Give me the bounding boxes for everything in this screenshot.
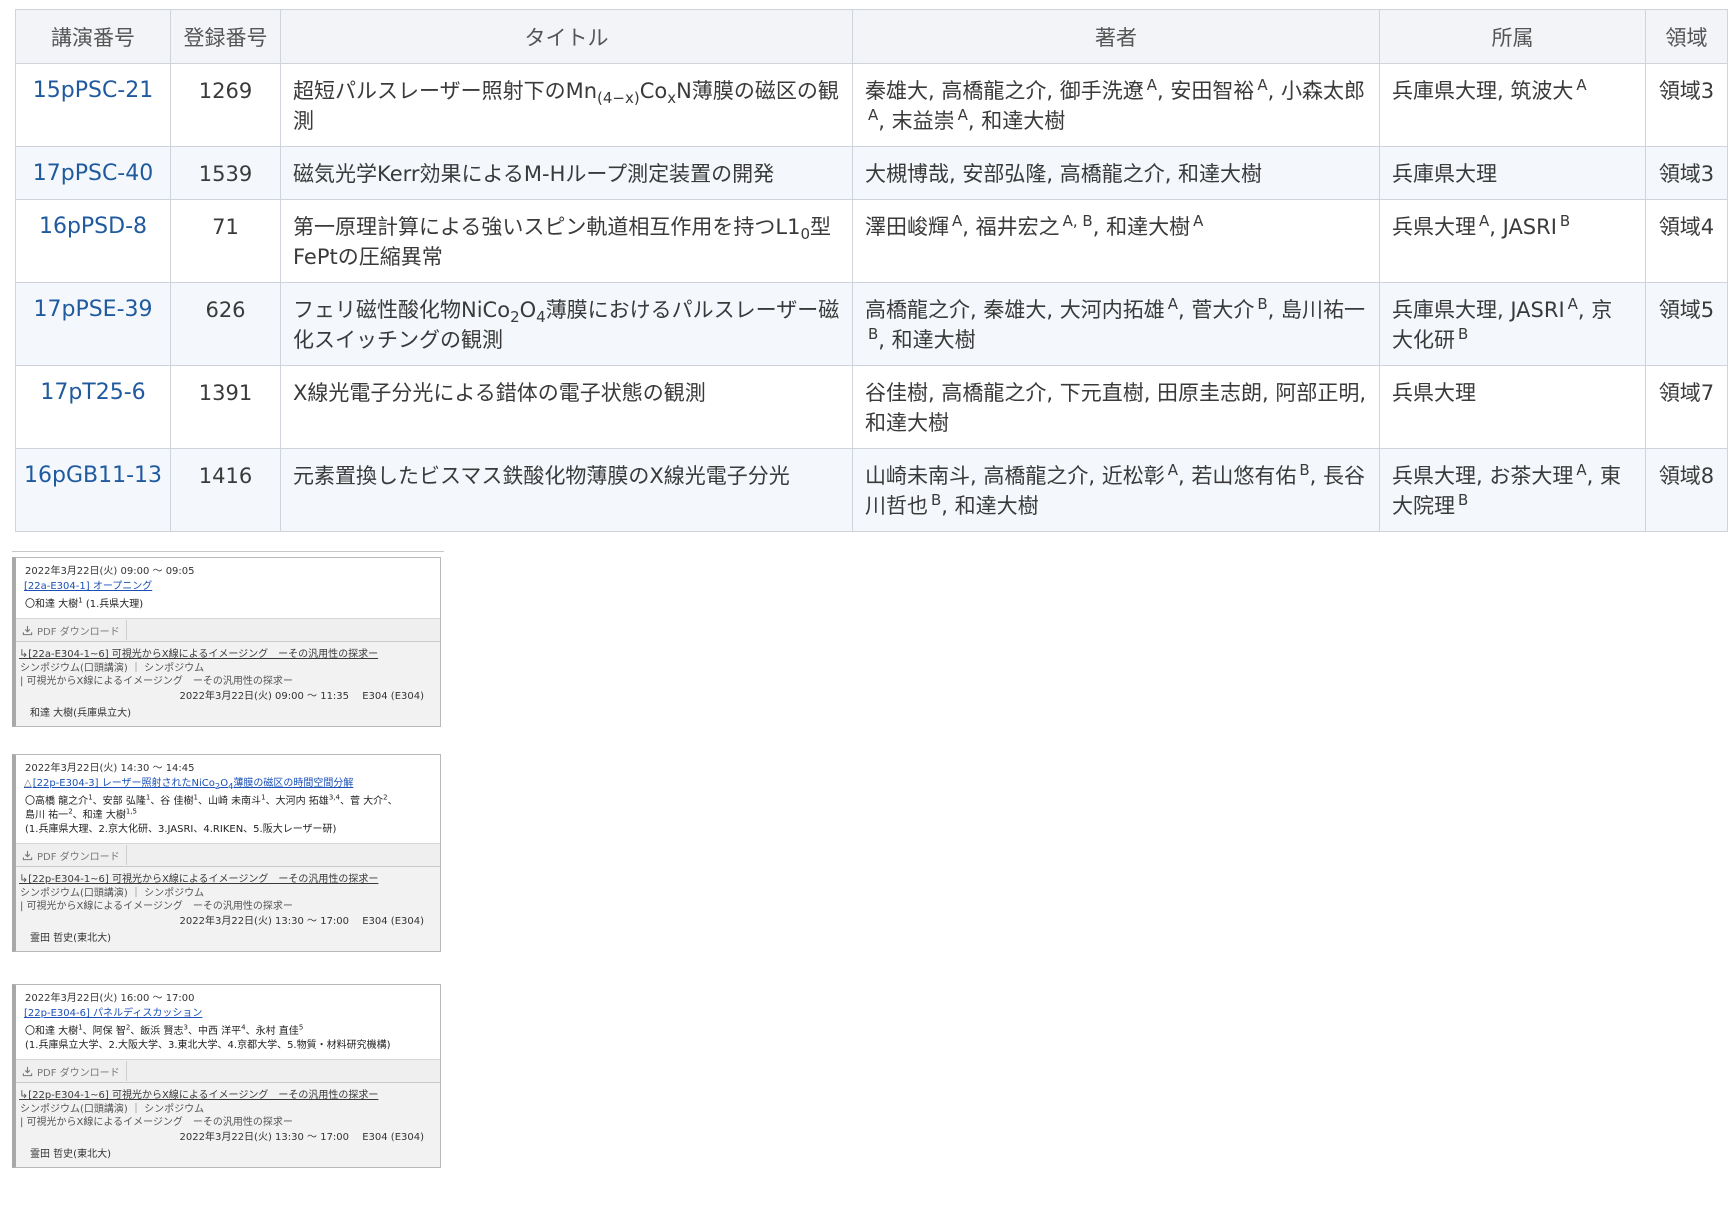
table-row: 17pT25-6 1391 X線光電子分光による錯体の電子状態の観測 谷佳樹, 高橋龍… — [15, 365, 1728, 449]
session-name: | 可視光からX線によるイメージング ーその汎用性の探求ー — [20, 676, 293, 687]
card-datetime: 2022年3月22日(火) 14:30 〜 14:45 — [25, 763, 195, 774]
cell-affiliation: 兵庫県大理, 筑波大 A — [1379, 63, 1646, 147]
cell-area: 領域5 — [1645, 282, 1728, 366]
presentation-table: 講演番号 登録番号 タイトル 著者 所属 領域 15pPSC-21 1269 超短パ… — [15, 9, 1728, 532]
card-authors: 〇和達 大樹1、阿保 智2、飯浜 賢志3、中西 洋平4、永村 直佳5 (1.兵庫県… — [25, 1023, 391, 1051]
session-name: | 可視光からX線によるイメージング ーその汎用性の探求ー — [20, 1117, 293, 1128]
card-title-link[interactable]: △[22p-E304-3] レーザー照射されたNiCo2O4薄膜の磁区の時間空間… — [16, 775, 440, 793]
session-name: | 可視光からX線によるイメージング ーその汎用性の探求ー — [20, 901, 293, 912]
table-header-row: 講演番号 登録番号 タイトル 著者 所属 領域 — [15, 9, 1728, 64]
session-link[interactable]: ↳[22p-E304-1~6] 可視光からX線によるイメージング ーその汎用性の… — [19, 871, 440, 887]
pdf-download-button[interactable]: PDF ダウンロード — [22, 1061, 127, 1081]
card-title-link[interactable]: [22a-E304-1] オープニング — [16, 578, 440, 596]
cell-area: 領域4 — [1645, 199, 1728, 283]
cell-affiliation: 兵県大理 — [1379, 365, 1646, 449]
cell-presentation-code[interactable]: 16pGB11-13 — [15, 448, 171, 532]
session-chair: 霊田 哲史(東北大) — [30, 1149, 111, 1160]
cell-authors: 澤田峻輝 A, 福井宏之 A, B, 和達大樹 A — [852, 199, 1380, 283]
pdf-bar: PDF ダウンロード — [16, 1059, 440, 1083]
cell-authors: 大槻博哉, 安部弘隆, 高橋龍之介, 和達大樹 — [852, 146, 1380, 200]
cell-title: 超短パルスレーザー照射下のMn(4−x)CoxN薄膜の磁区の観測 — [280, 63, 853, 147]
session-info: ↳[22p-E304-1~6] 可視光からX線によるイメージング ーその汎用性の… — [16, 1083, 440, 1167]
cell-presentation-code[interactable]: 16pPSD-8 — [15, 199, 171, 283]
cell-registration-number: 1391 — [170, 365, 281, 449]
download-icon — [22, 1066, 33, 1076]
pdf-download-button[interactable]: PDF ダウンロード — [22, 845, 127, 865]
session-link[interactable]: ↳[22a-E304-1~6] 可視光からX線によるイメージング ーその汎用性の… — [19, 646, 440, 662]
presentation-card: 2022年3月22日(火) 16:00 〜 17:00 [22p-E304-6] … — [12, 984, 441, 1168]
pdf-bar: PDF ダウンロード — [16, 843, 440, 867]
table-row: 16pGB11-13 1416 元素置換したビスマス鉄酸化物薄膜のX線光電子分光 山崎… — [15, 448, 1728, 532]
presentation-card: 2022年3月22日(火) 09:00 〜 09:05 [22a-E304-1] … — [12, 557, 441, 727]
divider — [12, 551, 444, 552]
cell-affiliation: 兵県大理, お茶大理 A, 東大院理 B — [1379, 448, 1646, 532]
cell-registration-number: 1539 — [170, 146, 281, 200]
cell-area: 領域8 — [1645, 448, 1728, 532]
session-time-room: 2022年3月22日(火) 09:00 〜 11:35 E304 (E304) — [179, 691, 424, 702]
cell-authors: 高橋龍之介, 秦雄大, 大河内拓雄 A, 菅大介 B, 島川祐一B, 和達大樹 — [852, 282, 1380, 366]
cell-registration-number: 1269 — [170, 63, 281, 147]
cell-affiliation: 兵県大理 A, JASRI B — [1379, 199, 1646, 283]
session-time-room: 2022年3月22日(火) 13:30 〜 17:00 E304 (E304) — [179, 1132, 424, 1143]
cell-title: 第一原理計算による強いスピン軌道相互作用を持つL10型FePtの圧縮異常 — [280, 199, 853, 283]
cell-presentation-code[interactable]: 15pPSC-21 — [15, 63, 171, 147]
cell-area: 領域3 — [1645, 146, 1728, 200]
presentation-card: 2022年3月22日(火) 14:30 〜 14:45 △[22p-E304-3]… — [12, 754, 441, 952]
cell-registration-number: 71 — [170, 199, 281, 283]
card-authors: 〇和達 大樹1 (1.兵県大理) — [25, 596, 144, 610]
cell-title: 磁気光学Kerr効果によるM-Hループ測定装置の開発 — [280, 146, 853, 200]
download-icon — [22, 850, 33, 860]
table-row: 15pPSC-21 1269 超短パルスレーザー照射下のMn(4−x)CoxN薄膜の… — [15, 63, 1728, 147]
cell-authors: 秦雄大, 高橋龍之介, 御手洗遼 A, 安田智裕 A, 小森太郎A, 末益崇 A, 和… — [852, 63, 1380, 147]
session-time-room: 2022年3月22日(火) 13:30 〜 17:00 E304 (E304) — [179, 916, 424, 927]
column-header-affiliation: 所属 — [1379, 9, 1646, 64]
session-chair: 霊田 哲史(東北大) — [30, 933, 111, 944]
cell-registration-number: 1416 — [170, 448, 281, 532]
session-type: シンポジウム(口頭講演) ｜ シンポジウム — [20, 663, 205, 674]
session-info: ↳[22p-E304-1~6] 可視光からX線によるイメージング ーその汎用性の… — [16, 867, 440, 951]
column-header-code: 講演番号 — [15, 9, 171, 64]
cell-authors: 山崎未南斗, 高橋龍之介, 近松彰 A, 若山悠有佑 B, 長谷川哲也 B, 和達大樹 — [852, 448, 1380, 532]
card-authors: 〇高橋 龍之介1、安部 弘隆1、谷 佳樹1、山崎 未南斗1、大河内 拓雄3,4、… — [25, 793, 398, 835]
return-arrow-icon: ↳ — [19, 872, 29, 885]
cell-authors: 谷佳樹, 高橋龍之介, 下元直樹, 田原圭志朗, 阿部正明, 和達大樹 — [852, 365, 1380, 449]
table-row: 17pPSC-40 1539 磁気光学Kerr効果によるM-Hループ測定装置の開発大… — [15, 146, 1728, 200]
cell-registration-number: 626 — [170, 282, 281, 366]
cell-area: 領域7 — [1645, 365, 1728, 449]
column-header-area: 領域 — [1645, 9, 1728, 64]
column-header-registration: 登録番号 — [170, 9, 281, 64]
table-row: 17pPSE-39 626 フェリ磁性酸化物NiCo2O4薄膜におけるパルスレーザー… — [15, 282, 1728, 366]
cell-affiliation: 兵庫県大理 — [1379, 146, 1646, 200]
session-chair: 和達 大樹(兵庫県立大) — [30, 708, 131, 719]
cell-affiliation: 兵庫県大理, JASRI A, 京大化研 B — [1379, 282, 1646, 366]
column-header-authors: 著者 — [852, 9, 1380, 64]
cell-presentation-code[interactable]: 17pPSC-40 — [15, 146, 171, 200]
cell-presentation-code[interactable]: 17pT25-6 — [15, 365, 171, 449]
return-arrow-icon: ↳ — [19, 647, 29, 660]
cell-title: フェリ磁性酸化物NiCo2O4薄膜におけるパルスレーザー磁化スイッチングの観測 — [280, 282, 853, 366]
session-info: ↳[22a-E304-1~6] 可視光からX線によるイメージング ーその汎用性の… — [16, 642, 440, 726]
column-header-title: タイトル — [280, 9, 853, 64]
cell-title: X線光電子分光による錯体の電子状態の観測 — [280, 365, 853, 449]
pdf-download-button[interactable]: PDF ダウンロード — [22, 620, 127, 640]
download-icon — [22, 625, 33, 635]
return-arrow-icon: ↳ — [19, 1088, 29, 1101]
table-row: 16pPSD-8 71 第一原理計算による強いスピン軌道相互作用を持つL10型FeP… — [15, 199, 1728, 283]
cell-presentation-code[interactable]: 17pPSE-39 — [15, 282, 171, 366]
card-datetime: 2022年3月22日(火) 09:00 〜 09:05 — [25, 566, 195, 577]
card-title-link[interactable]: [22p-E304-6] パネルディスカッション — [16, 1005, 440, 1023]
new-mark-icon: △ — [24, 778, 32, 789]
cell-title: 元素置換したビスマス鉄酸化物薄膜のX線光電子分光 — [280, 448, 853, 532]
session-type: シンポジウム(口頭講演) ｜ シンポジウム — [20, 888, 205, 899]
pdf-bar: PDF ダウンロード — [16, 618, 440, 642]
session-link[interactable]: ↳[22p-E304-1~6] 可視光からX線によるイメージング ーその汎用性の… — [19, 1087, 440, 1103]
cell-area: 領域3 — [1645, 63, 1728, 147]
card-datetime: 2022年3月22日(火) 16:00 〜 17:00 — [25, 993, 195, 1004]
session-type: シンポジウム(口頭講演) ｜ シンポジウム — [20, 1104, 205, 1115]
